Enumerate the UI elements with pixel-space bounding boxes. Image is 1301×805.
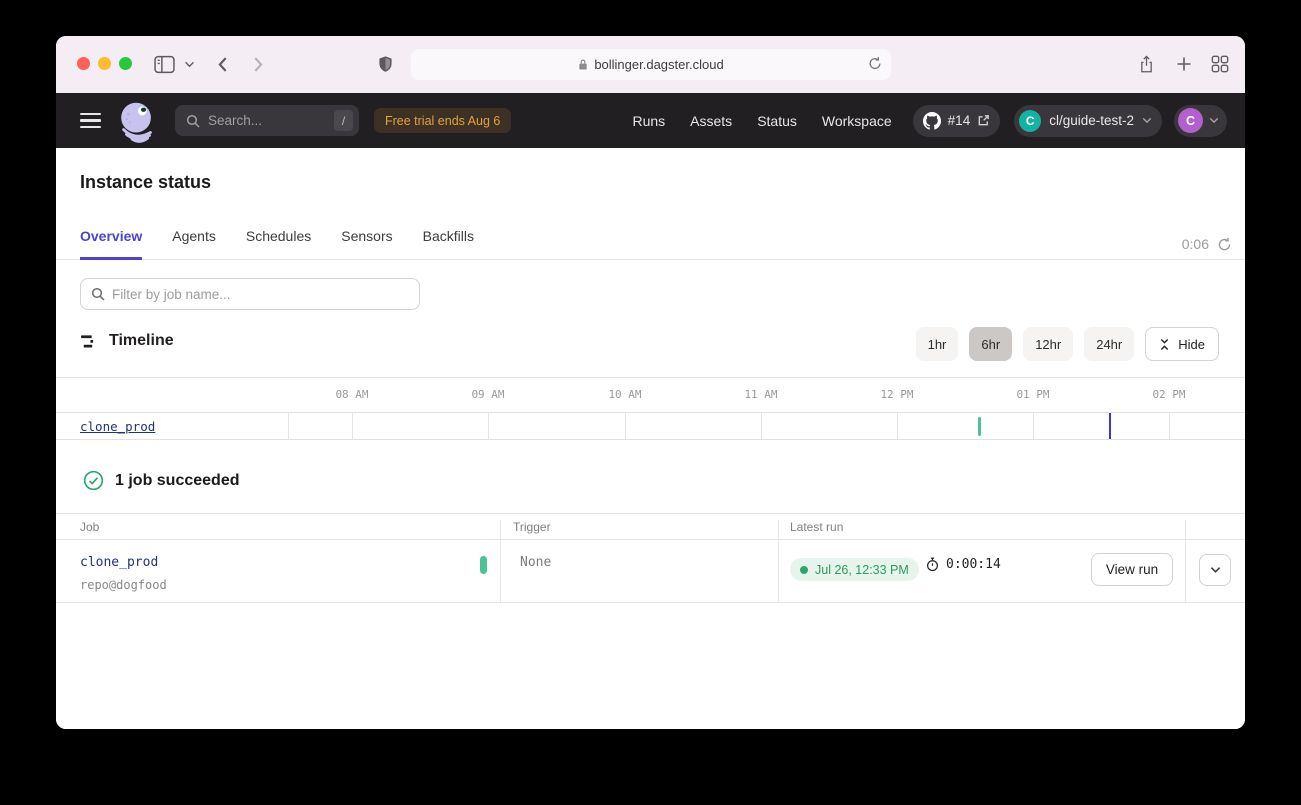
run-duration: 0:00:14 [925,557,1001,572]
run-marker[interactable] [978,417,981,436]
tab-overview-grid-icon[interactable] [1211,55,1229,73]
axis-tick: 08 AM [335,388,368,401]
deployment-switcher[interactable]: C cl/guide-test-2 [1014,105,1162,137]
timeline-job-link[interactable]: clone_prod [80,419,155,434]
axis-tick: 12 PM [880,388,913,401]
sidebar-toggle-icon[interactable] [154,55,175,74]
range-12hr-button[interactable]: 12hr [1023,327,1073,361]
chevron-down-icon [1142,117,1152,124]
tab-bar: Overview Agents Schedules Sensors Backfi… [56,218,1245,260]
search-icon [91,287,105,301]
github-version-button[interactable]: #14 [913,105,1001,137]
waterfall-icon [80,333,97,350]
range-6hr-button[interactable]: 6hr [969,327,1012,361]
nav-workspace[interactable]: Workspace [822,113,892,129]
hamburger-menu-icon[interactable] [80,113,101,128]
chevron-down-icon [1209,117,1219,124]
version-label: #14 [948,113,971,128]
axis-tick: 01 PM [1016,388,1049,401]
back-button-icon[interactable] [217,56,228,73]
user-menu[interactable]: C [1174,105,1227,137]
tab-backfills[interactable]: Backfills [423,228,474,260]
job-link[interactable]: clone_prod [80,555,158,570]
forward-button-icon[interactable] [253,56,264,73]
browser-window: bollinger.dagster.cloud [56,36,1245,729]
jobs-table: Job Trigger Latest run clone_prod repo@d… [56,513,1245,603]
url-text: bollinger.dagster.cloud [594,57,723,72]
axis-tick: 02 PM [1152,388,1185,401]
column-latest-run: Latest run [790,520,843,534]
zoom-window-button[interactable] [119,57,132,70]
trigger-value: None [520,555,551,570]
timeline-chart: 08 AM 09 AM 10 AM 11 AM 12 PM 01 PM 02 P… [56,377,1245,440]
deployment-label: cl/guide-test-2 [1049,113,1134,128]
traffic-lights [77,57,132,70]
lock-icon [577,58,588,71]
job-status-pill[interactable] [480,556,487,574]
refresh-countdown: 0:06 [1182,236,1209,252]
nav-runs[interactable]: Runs [632,113,665,129]
range-24hr-button[interactable]: 24hr [1084,327,1134,361]
check-circle-icon [83,470,104,491]
nav-assets[interactable]: Assets [690,113,732,129]
timeline-header: Timeline 1hr 6hr 12hr 24hr Hide [56,327,1245,361]
sidebar-dropdown-chevron-icon[interactable] [184,61,195,68]
row-expand-button[interactable] [1199,554,1231,586]
column-trigger: Trigger [513,520,551,534]
stopwatch-icon [925,557,940,572]
tab-sensors[interactable]: Sensors [341,228,392,260]
privacy-shield-icon[interactable] [378,54,393,74]
axis-tick: 09 AM [471,388,504,401]
deployment-avatar: C [1019,110,1041,132]
search-icon [186,114,200,128]
latest-run-badge[interactable]: Jul 26, 12:33 PM [790,558,919,581]
job-filter [80,278,420,310]
tab-overview[interactable]: Overview [80,228,142,260]
main-nav: Runs Assets Status Workspace [632,113,891,129]
free-trial-badge[interactable]: Free trial ends Aug 6 [374,108,511,133]
user-avatar: C [1178,108,1203,133]
now-cursor [1109,413,1111,439]
range-1hr-button[interactable]: 1hr [916,327,959,361]
share-icon[interactable] [1138,54,1155,75]
job-location: repo@dogfood [80,578,167,592]
collapse-icon [1159,338,1170,351]
page-content: Instance status Overview Agents Schedule… [56,148,1245,729]
search-input[interactable] [208,113,334,128]
success-dot-icon [800,566,808,574]
tab-agents[interactable]: Agents [172,228,216,260]
global-search[interactable]: / [175,105,359,136]
column-job: Job [80,520,99,534]
summary-text: 1 job succeeded [115,472,240,490]
timeline-axis: 08 AM 09 AM 10 AM 11 AM 12 PM 01 PM 02 P… [56,377,1245,412]
new-tab-plus-icon[interactable] [1176,56,1192,72]
view-run-button[interactable]: View run [1091,553,1173,586]
jobs-summary: 1 job succeeded [83,470,240,491]
address-bar[interactable]: bollinger.dagster.cloud [410,49,891,80]
dagster-logo-icon[interactable] [114,98,160,144]
search-shortcut-key: / [334,110,353,131]
timeline-row: clone_prod [56,412,1245,440]
page-title: Instance status [80,172,211,193]
refresh-icon[interactable] [1217,237,1232,252]
table-row: clone_prod repo@dogfood None Jul 26, 12:… [56,540,1245,603]
hide-timeline-button[interactable]: Hide [1145,327,1219,361]
job-filter-input[interactable] [112,287,409,302]
axis-tick: 11 AM [744,388,777,401]
timeline-title: Timeline [109,332,174,350]
minimize-window-button[interactable] [98,57,111,70]
browser-toolbar: bollinger.dagster.cloud [56,36,1245,93]
nav-status[interactable]: Status [757,113,797,129]
refresh-cluster: 0:06 [1182,236,1232,252]
app-header: / Free trial ends Aug 6 Runs Assets Stat… [56,93,1245,148]
axis-tick: 10 AM [608,388,641,401]
close-window-button[interactable] [77,57,90,70]
reload-icon[interactable] [867,56,882,76]
tab-schedules[interactable]: Schedules [246,228,311,260]
table-header: Job Trigger Latest run [56,513,1245,540]
github-icon [923,112,941,130]
external-link-icon [977,114,990,127]
